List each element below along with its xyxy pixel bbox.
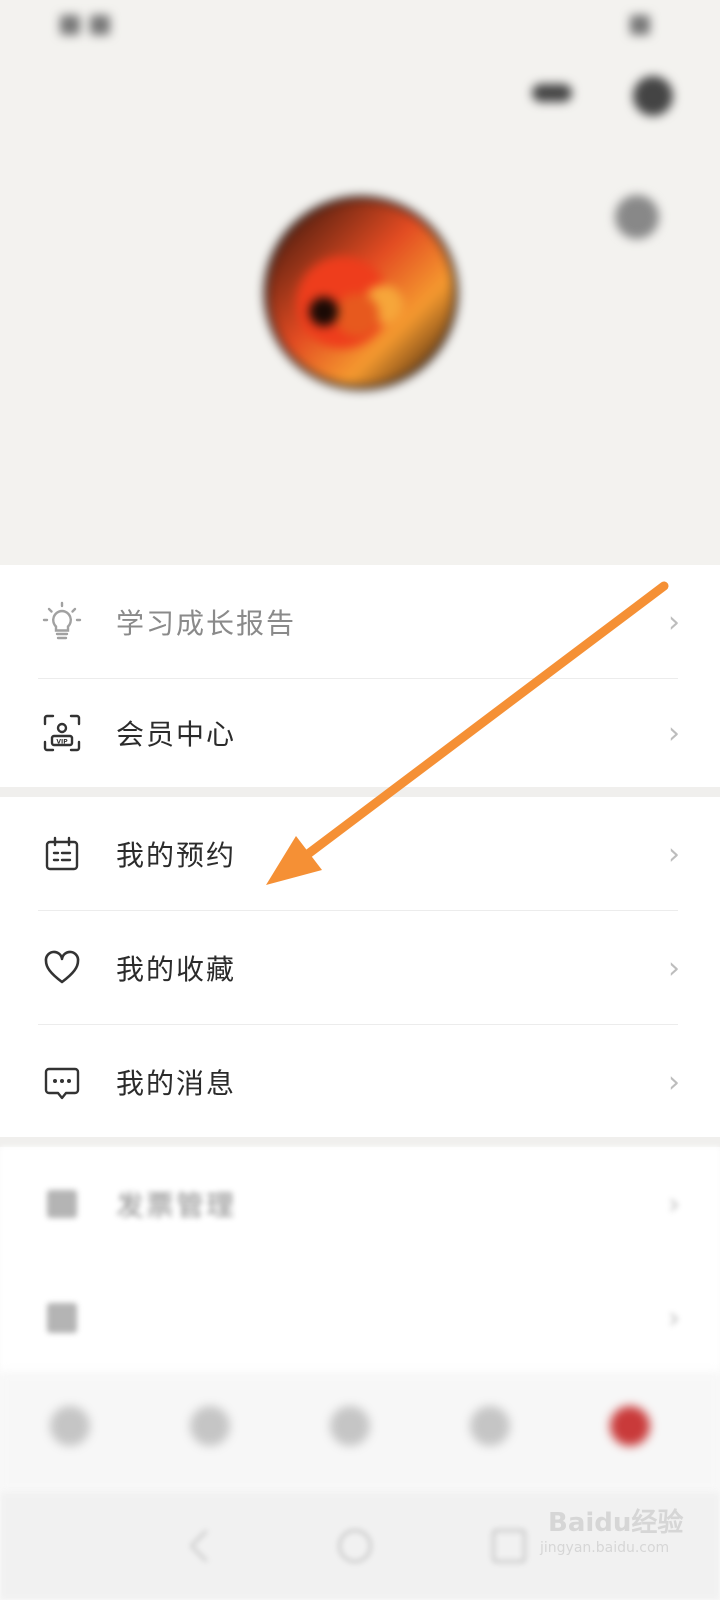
- settings-icon[interactable]: [615, 195, 659, 239]
- menu-group-2: 我的预约 › 我的收藏 › 我的消息 ›: [0, 797, 720, 1137]
- menu-item-label: 会员中心: [116, 718, 237, 751]
- menu-item-my-favorites[interactable]: 我的收藏 ›: [0, 911, 720, 1025]
- chevron-right-icon: ›: [668, 1186, 680, 1222]
- menu-item-my-appointments[interactable]: 我的预约 ›: [0, 797, 720, 911]
- home-button-icon[interactable]: [338, 1529, 372, 1563]
- avatar[interactable]: [268, 200, 454, 386]
- menu-item-my-messages[interactable]: 我的消息 ›: [0, 1025, 720, 1139]
- menu-group-1: 学习成长报告 › VIP 会员中心 ›: [0, 565, 720, 787]
- discover-icon: [190, 1406, 230, 1446]
- menu-item-grid[interactable]: ›: [0, 1261, 720, 1375]
- back-icon[interactable]: [189, 1529, 223, 1563]
- svg-text:VIP: VIP: [56, 739, 68, 746]
- signal-icon: [60, 15, 80, 35]
- toggle-icon[interactable]: [532, 84, 572, 102]
- menu-group-3: 发票管理 › ›: [0, 1147, 720, 1375]
- home-icon: [50, 1406, 90, 1446]
- message-icon: [40, 1060, 84, 1104]
- menu-item-invoice-management[interactable]: 发票管理 ›: [0, 1147, 720, 1261]
- nav-item-home[interactable]: [20, 1372, 120, 1492]
- recent-apps-icon[interactable]: [492, 1529, 526, 1563]
- invoice-icon: [40, 1182, 84, 1226]
- heart-icon: [40, 946, 84, 990]
- status-left: [60, 15, 120, 35]
- bottom-nav: [0, 1372, 720, 1492]
- lightbulb-icon: [40, 600, 84, 644]
- menu-item-label: 我的收藏: [116, 953, 237, 986]
- chevron-right-icon: ›: [668, 604, 680, 640]
- chevron-right-icon: ›: [668, 836, 680, 872]
- chevron-right-icon: ›: [668, 715, 680, 751]
- menu-item-label: 我的预约: [116, 839, 237, 872]
- watermark-url: jingyan.baidu.com: [540, 1540, 670, 1556]
- chevron-right-icon: ›: [668, 1064, 680, 1100]
- chevron-right-icon: ›: [668, 950, 680, 986]
- group-separator: [0, 1137, 720, 1147]
- nav-item-profile[interactable]: [580, 1372, 680, 1492]
- menu-item-label: 发票管理: [116, 1189, 237, 1222]
- scan-icon[interactable]: [633, 76, 673, 116]
- watermark-brand: Baidu经验: [548, 1508, 684, 1538]
- nav-item-study[interactable]: [300, 1372, 400, 1492]
- battery-icon: [630, 15, 650, 35]
- menu-item-label: 学习成长报告: [116, 607, 297, 640]
- nav-item-community[interactable]: [440, 1372, 540, 1492]
- group-separator: [0, 787, 720, 797]
- grid-icon: [40, 1296, 84, 1340]
- menu-item-member-center[interactable]: VIP 会员中心 ›: [0, 676, 720, 790]
- vip-card-icon: VIP: [40, 711, 84, 755]
- status-bar: [0, 0, 720, 50]
- calendar-icon: [40, 832, 84, 876]
- status-right: [630, 15, 660, 35]
- menu-item-label: 我的消息: [116, 1067, 237, 1100]
- nav-item-discover[interactable]: [160, 1372, 260, 1492]
- study-icon: [330, 1406, 370, 1446]
- profile-icon: [610, 1406, 650, 1446]
- community-icon: [470, 1406, 510, 1446]
- wifi-icon: [90, 15, 110, 35]
- chevron-right-icon: ›: [668, 1300, 680, 1336]
- menu-item-growth-report[interactable]: 学习成长报告 ›: [0, 565, 720, 679]
